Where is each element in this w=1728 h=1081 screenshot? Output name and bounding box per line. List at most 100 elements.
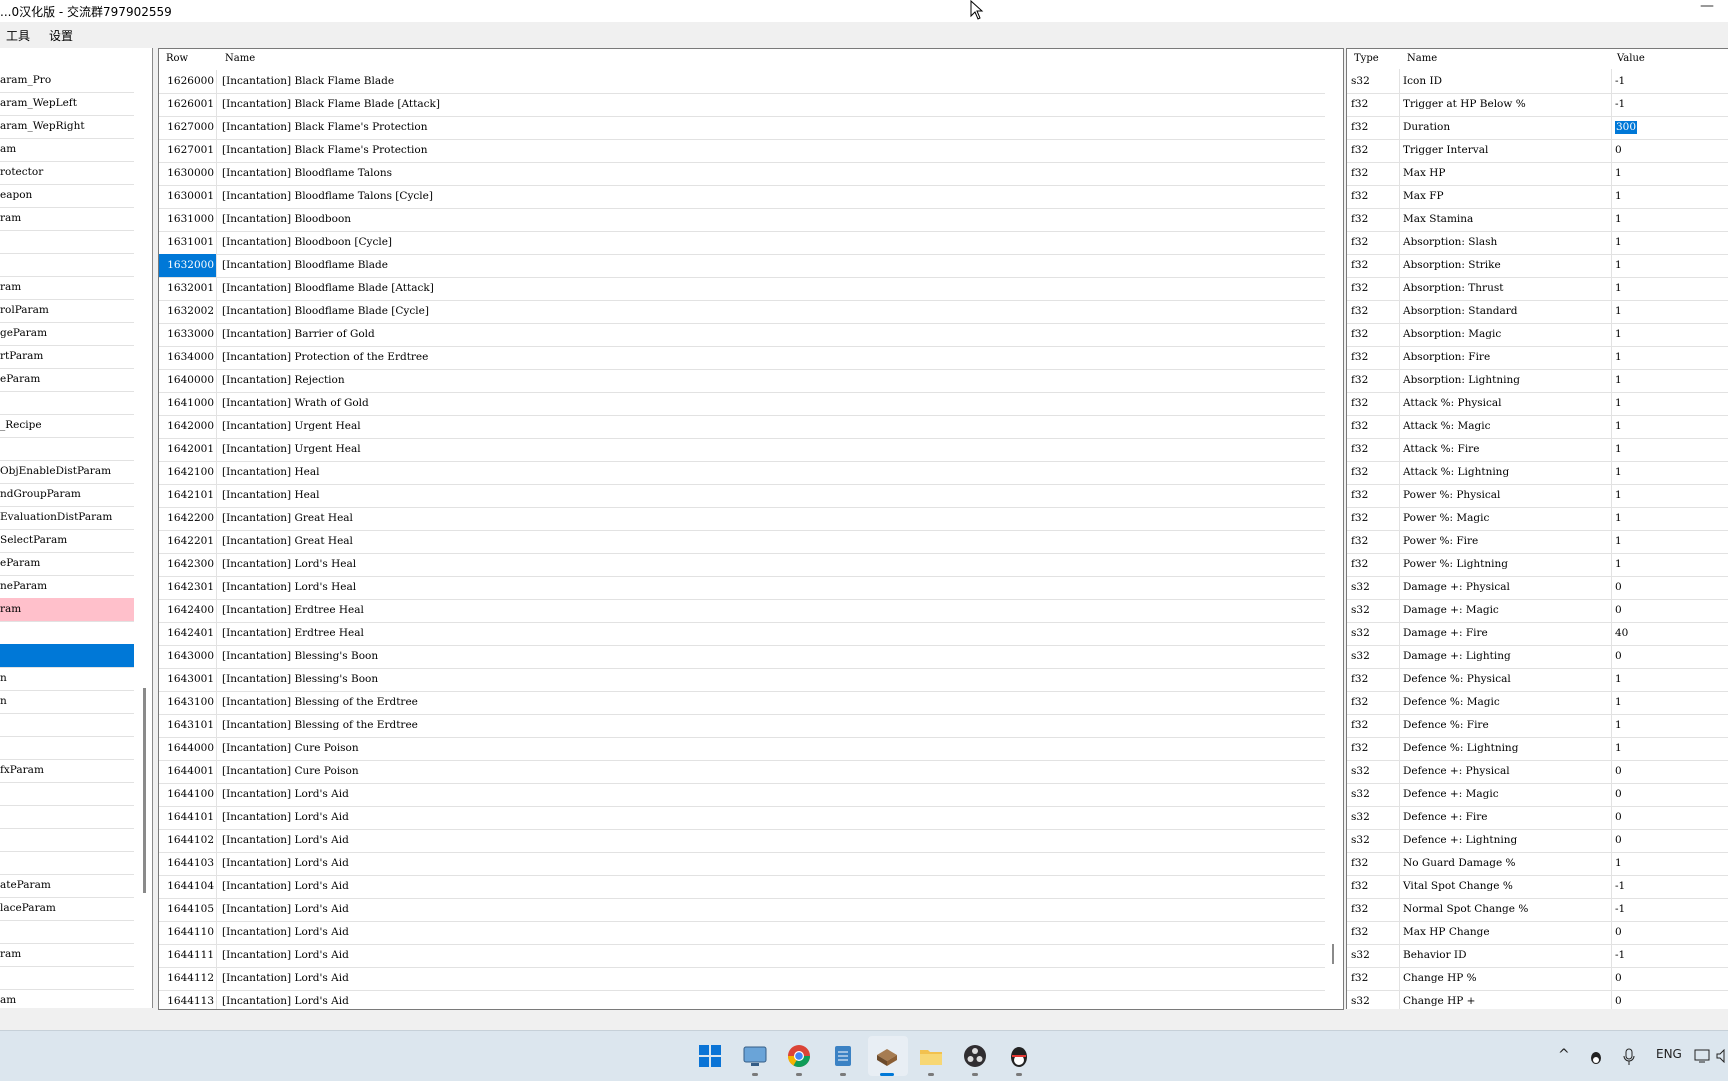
column-header-row[interactable]: Row (166, 53, 188, 64)
field-row[interactable]: f32 Power %: Fire 1 (1347, 530, 1728, 554)
row-id-cell[interactable]: 1644104 (159, 875, 217, 898)
field-value-cell[interactable]: 0 (1615, 139, 1622, 162)
file-explorer-icon[interactable] (918, 1043, 944, 1069)
rows-table-scrollbar[interactable] (1332, 944, 1334, 964)
field-value-cell[interactable]: 1 (1615, 369, 1622, 392)
param-editor-icon[interactable] (874, 1043, 900, 1069)
row-id-cell[interactable]: 1641000 (159, 392, 217, 415)
row-name-cell[interactable]: [Incantation] Black Flame's Protection (222, 116, 427, 139)
table-row[interactable]: 1644105 [Incantation] Lord's Aid (159, 898, 1325, 922)
table-row[interactable]: 1642100 [Incantation] Heal (159, 461, 1325, 485)
param-list-item[interactable]: aram_WepRight (0, 115, 134, 139)
field-value-cell[interactable]: 0 (1615, 829, 1622, 852)
row-name-cell[interactable]: [Incantation] Blessing of the Erdtree (222, 691, 418, 714)
param-list-item[interactable] (0, 713, 134, 737)
table-row[interactable]: 1644102 [Incantation] Lord's Aid (159, 829, 1325, 853)
column-header-field-name[interactable]: Name (1407, 53, 1437, 64)
table-row[interactable]: 1631001 [Incantation] Bloodboon [Cycle] (159, 231, 1325, 255)
field-value-cell[interactable]: 0 (1615, 599, 1622, 622)
field-value-cell[interactable]: -1 (1615, 70, 1625, 93)
field-value-cell[interactable]: 1 (1615, 852, 1622, 875)
row-name-cell[interactable]: [Incantation] Black Flame's Protection (222, 139, 427, 162)
row-name-cell[interactable]: [Incantation] Protection of the Erdtree (222, 346, 428, 369)
field-row[interactable]: f32 Max HP Change 0 (1347, 921, 1728, 945)
chrome-icon[interactable] (786, 1043, 812, 1069)
row-name-cell[interactable]: [Incantation] Lord's Aid (222, 875, 349, 898)
field-value-cell[interactable]: 0 (1615, 645, 1622, 668)
row-name-cell[interactable]: [Incantation] Lord's Aid (222, 806, 349, 829)
row-name-cell[interactable]: [Incantation] Bloodflame Blade [Attack] (222, 277, 434, 300)
table-row[interactable]: 1644101 [Incantation] Lord's Aid (159, 806, 1325, 830)
field-value-cell[interactable]: 1 (1615, 714, 1622, 737)
table-row[interactable]: 1642301 [Incantation] Lord's Heal (159, 576, 1325, 600)
field-value-cell[interactable]: 1 (1615, 530, 1622, 553)
field-value-cell[interactable]: 300 (1615, 121, 1638, 134)
field-value-cell[interactable]: 1 (1615, 300, 1622, 323)
table-row[interactable]: 1643000 [Incantation] Blessing's Boon (159, 645, 1325, 669)
param-list-item[interactable]: n (0, 690, 134, 714)
row-id-cell[interactable]: 1626000 (159, 70, 217, 93)
table-row[interactable]: 1644104 [Incantation] Lord's Aid (159, 875, 1325, 899)
param-list-item[interactable]: eParam (0, 552, 134, 576)
row-id-cell[interactable]: 1642101 (159, 484, 217, 507)
table-row[interactable]: 1642000 [Incantation] Urgent Heal (159, 415, 1325, 439)
field-row[interactable]: f32 Max Stamina 1 (1347, 208, 1728, 232)
row-id-cell[interactable]: 1642300 (159, 553, 217, 576)
table-row[interactable]: 1630000 [Incantation] Bloodflame Talons (159, 162, 1325, 186)
field-row[interactable]: f32 Attack %: Physical 1 (1347, 392, 1728, 416)
param-list-item[interactable]: EvaluationDistParam (0, 506, 134, 530)
row-name-cell[interactable]: [Incantation] Bloodflame Talons [Cycle] (222, 185, 433, 208)
field-row[interactable]: f32 Change HP % 0 (1347, 967, 1728, 991)
field-value-cell[interactable]: 40 (1615, 622, 1628, 645)
field-value-cell[interactable]: 1 (1615, 185, 1622, 208)
field-value-cell[interactable]: 1 (1615, 415, 1622, 438)
row-name-cell[interactable]: [Incantation] Urgent Heal (222, 415, 361, 438)
table-row[interactable]: 1633000 [Incantation] Barrier of Gold (159, 323, 1325, 347)
field-value-cell[interactable]: -1 (1615, 93, 1625, 116)
field-row[interactable]: f32 Defence %: Lightning 1 (1347, 737, 1728, 761)
row-id-cell[interactable]: 1643101 (159, 714, 217, 737)
row-name-cell[interactable]: [Incantation] Erdtree Heal (222, 622, 364, 645)
param-list-item[interactable] (0, 782, 134, 806)
row-name-cell[interactable]: [Incantation] Wrath of Gold (222, 392, 369, 415)
field-value-cell[interactable]: 1 (1615, 691, 1622, 714)
qq-icon[interactable] (1006, 1043, 1032, 1069)
param-list-item[interactable]: rotector (0, 161, 134, 185)
field-value-cell[interactable]: 1 (1615, 507, 1622, 530)
param-list-item[interactable] (0, 920, 134, 944)
param-list-item[interactable]: am (0, 989, 134, 1008)
param-list-item[interactable] (0, 621, 134, 645)
field-value-cell[interactable]: 0 (1615, 921, 1622, 944)
param-list-item[interactable]: ObjEnableDistParam (0, 460, 134, 484)
field-value-cell[interactable]: 1 (1615, 254, 1622, 277)
field-row[interactable]: f32 Power %: Lightning 1 (1347, 553, 1728, 577)
field-row[interactable]: f32 Absorption: Magic 1 (1347, 323, 1728, 347)
field-row[interactable]: f32 Attack %: Lightning 1 (1347, 461, 1728, 485)
column-header-value[interactable]: Value (1617, 53, 1645, 64)
table-row[interactable]: 1626000 [Incantation] Black Flame Blade (159, 70, 1325, 94)
field-row[interactable]: s32 Defence +: Physical 0 (1347, 760, 1728, 784)
field-row[interactable]: s32 Damage +: Fire 40 (1347, 622, 1728, 646)
row-id-cell[interactable]: 1642201 (159, 530, 217, 553)
param-list-item[interactable]: rtParam (0, 345, 134, 369)
column-header-name[interactable]: Name (225, 53, 255, 64)
row-name-cell[interactable]: [Incantation] Bloodboon (222, 208, 351, 231)
row-name-cell[interactable]: [Incantation] Lord's Heal (222, 553, 356, 576)
row-name-cell[interactable]: [Incantation] Lord's Aid (222, 967, 349, 990)
row-name-cell[interactable]: [Incantation] Lord's Aid (222, 990, 349, 1009)
param-list-item[interactable]: ram (0, 207, 134, 231)
row-id-cell[interactable]: 1642301 (159, 576, 217, 599)
field-row[interactable]: s32 Damage +: Physical 0 (1347, 576, 1728, 600)
row-id-cell[interactable]: 1644101 (159, 806, 217, 829)
field-value-cell[interactable]: 1 (1615, 553, 1622, 576)
table-row[interactable]: 1642300 [Incantation] Lord's Heal (159, 553, 1325, 577)
table-row[interactable]: 1634000 [Incantation] Protection of the E… (159, 346, 1325, 370)
row-name-cell[interactable]: [Incantation] Lord's Aid (222, 944, 349, 967)
table-row[interactable]: 1632000 [Incantation] Bloodflame Blade (159, 254, 1325, 278)
param-list-item[interactable] (0, 828, 134, 852)
row-id-cell[interactable]: 1643001 (159, 668, 217, 691)
field-value-cell[interactable]: 1 (1615, 438, 1622, 461)
param-list-item[interactable] (0, 805, 134, 829)
field-row[interactable]: s32 Defence +: Magic 0 (1347, 783, 1728, 807)
field-row[interactable]: s32 Defence +: Fire 0 (1347, 806, 1728, 830)
